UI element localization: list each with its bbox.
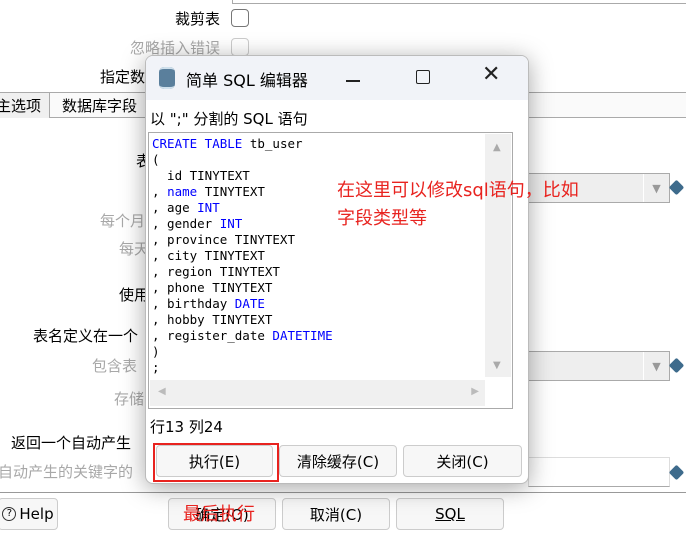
sql-keyword: INT (219, 216, 243, 231)
edit-hint-line2: 字段类型等 (337, 208, 427, 229)
code-line: , age INT (152, 200, 486, 216)
help-label: Help (19, 505, 54, 523)
tablename-in-field-label: 表名定义在一个 (33, 327, 139, 345)
top-input[interactable] (232, 0, 686, 4)
sql-text: ; (152, 360, 160, 375)
sql-editor[interactable]: CREATE TABLE tb_user( id TINYTEXT, name … (148, 132, 513, 409)
title-bar[interactable]: 简单 SQL 编辑器 ✕ (146, 56, 528, 100)
sql-text: tb_user (242, 136, 303, 151)
horizontal-scrollbar[interactable]: ◀ ▶ (150, 380, 485, 406)
sql-editor-dialog: 简单 SQL 编辑器 ✕ 以 ";" 分割的 SQL 语句 CREATE TAB… (145, 55, 529, 484)
code-line: , province TINYTEXT (152, 232, 486, 248)
sql-keyword: name (167, 184, 198, 199)
code-line: , birthday DATE (152, 296, 486, 312)
chevron-down-icon[interactable]: ▼ (643, 174, 669, 202)
code-line: , register_date DATETIME (152, 328, 486, 344)
code-line: , gender INT (152, 216, 486, 232)
sql-text: TINYTEXT (197, 184, 265, 199)
sql-button[interactable]: SQL (396, 498, 504, 530)
sql-text: , birthday (152, 296, 235, 311)
scroll-down-icon[interactable]: ▼ (493, 360, 501, 371)
cancel-label: 取消(C) (309, 505, 363, 524)
code-line: ( (152, 152, 486, 168)
code-line: CREATE TABLE tb_user (152, 136, 486, 152)
auto-key-label: 自动产生的关键字的 (0, 463, 134, 481)
scroll-right-icon[interactable]: ▶ (471, 386, 479, 397)
help-icon: ? (2, 507, 17, 521)
code-line: , region TINYTEXT (152, 264, 486, 280)
tab-label: 主选项 (0, 97, 42, 115)
sql-text: , phone TINYTEXT (152, 280, 273, 295)
execute-hint: 最后执行 (183, 504, 255, 525)
tablename-field-combo[interactable]: ▼ (528, 351, 670, 381)
code-line: ; (152, 360, 486, 376)
sql-keyword: CREATE TABLE (152, 136, 243, 151)
close-icon[interactable]: ✕ (482, 62, 500, 87)
variable-icon (668, 357, 685, 374)
dialog-title: 简单 SQL 编辑器 (186, 71, 308, 90)
chevron-down-icon[interactable]: ▼ (643, 352, 669, 380)
sql-text: , province TINYTEXT (152, 232, 295, 247)
sql-text: , region TINYTEXT (152, 264, 280, 279)
code-line: ) (152, 344, 486, 360)
tab-label: 数据库字段 (62, 97, 138, 115)
store-label: 存储 (114, 390, 145, 408)
execute-highlight-box (153, 443, 279, 482)
maximize-button[interactable] (416, 70, 430, 84)
sql-label: SQL (435, 505, 465, 523)
tab-database-fields[interactable]: 数据库字段 (62, 95, 137, 116)
scroll-up-icon[interactable]: ▲ (493, 142, 501, 153)
sql-text: , gender (152, 216, 220, 231)
specify-label: 指定数 (100, 68, 146, 86)
vertical-scrollbar[interactable]: ▲ ▼ (485, 134, 511, 377)
sql-code[interactable]: CREATE TABLE tb_user( id TINYTEXT, name … (152, 136, 486, 376)
sql-text: , register_date (152, 328, 273, 343)
sql-prompt-label: 以 ";" 分割的 SQL 语句 (150, 110, 308, 128)
database-icon (159, 67, 175, 89)
auto-key-field[interactable] (528, 457, 670, 487)
crop-table-label: 裁剪表 (174, 10, 220, 28)
divider (0, 492, 686, 493)
code-line: , hobby TINYTEXT (152, 312, 486, 328)
include-table-label: 包含表 (92, 357, 138, 375)
sql-text: ) (152, 344, 160, 359)
return-auto-key-label: 返回一个自动产生 (11, 434, 132, 452)
sql-text: , age (152, 200, 198, 215)
help-button[interactable]: ? Help (0, 498, 58, 530)
sql-text: , hobby TINYTEXT (152, 312, 273, 327)
sql-text: ( (152, 152, 160, 167)
sql-text: id TINYTEXT (152, 168, 250, 183)
clear-cache-button[interactable]: 清除缓存(C) (279, 445, 397, 477)
code-line: , city TINYTEXT (152, 248, 486, 264)
code-line: , phone TINYTEXT (152, 280, 486, 296)
clear-cache-label: 清除缓存(C) (296, 452, 380, 471)
crop-table-checkbox[interactable] (231, 9, 249, 27)
ignore-insert-errors-checkbox[interactable] (231, 38, 249, 56)
minimize-button[interactable] (346, 80, 360, 82)
close-button[interactable]: 关闭(C) (403, 445, 522, 477)
sql-keyword: DATETIME (272, 328, 333, 343)
sql-keyword: DATE (234, 296, 265, 311)
edit-hint-line1: 在这里可以修改sql语句，比如 (337, 180, 579, 201)
sql-keyword: INT (197, 200, 220, 215)
sql-text: , (152, 184, 168, 199)
close-label: 关闭(C) (436, 452, 489, 471)
variable-icon (668, 179, 685, 196)
cursor-position-status: 行13 列24 (150, 418, 223, 436)
cancel-button[interactable]: 取消(C) (282, 498, 390, 530)
sql-text: , city TINYTEXT (152, 248, 265, 263)
each-month-label: 每个月 (100, 212, 146, 230)
tab-main-options[interactable]: 主选项 (0, 93, 50, 118)
scroll-left-icon[interactable]: ◀ (158, 386, 166, 397)
variable-icon (668, 464, 685, 481)
